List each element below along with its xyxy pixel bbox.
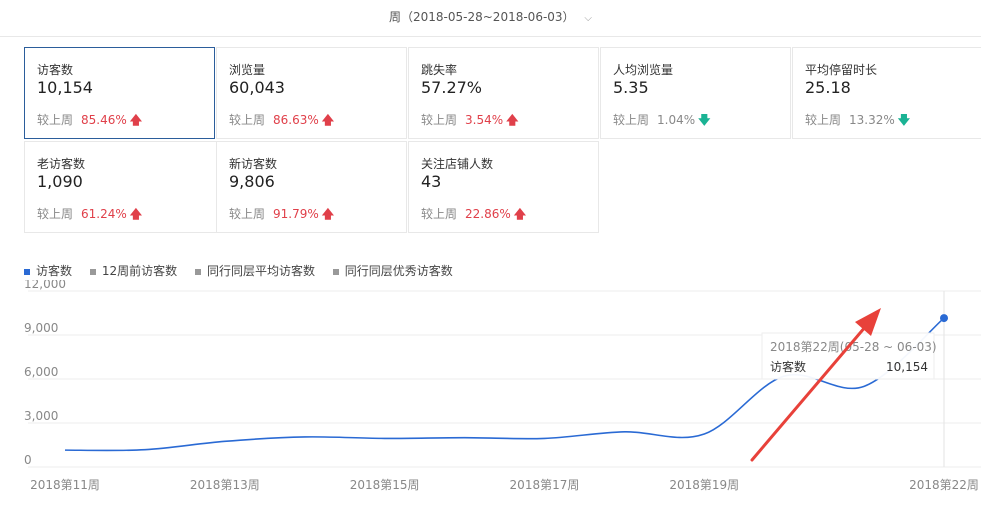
metric-compare: 较上周 22.86% 🡅: [421, 205, 526, 226]
change-percent: 61.24%: [81, 207, 127, 221]
metric-value: 1,090: [37, 172, 83, 191]
metric-compare: 较上周 91.79% 🡅: [229, 205, 334, 226]
y-tick-label: 9,000: [24, 321, 58, 335]
metric-card-store-followers[interactable]: 关注店铺人数 43 较上周 22.86% 🡅: [408, 141, 599, 233]
chevron-down-icon: ⌵: [584, 13, 592, 24]
metric-compare: 较上周 3.54% 🡅: [421, 111, 518, 132]
compare-label: 较上周: [229, 113, 266, 127]
visitors-line-chart[interactable]: 0 3,000 6,000 9,000 12,000 2018第11周 2018第13周 20…: [0, 280, 981, 522]
legend-square-icon: [194, 268, 201, 275]
change-percent: 86.63%: [273, 113, 319, 127]
metric-compare: 较上周 1.04% 🡇: [613, 111, 710, 132]
arrow-down-icon: 🡇: [698, 113, 711, 127]
compare-label: 较上周: [613, 113, 650, 127]
y-tick-label: 6,000: [24, 365, 58, 379]
metric-value: 5.35: [613, 78, 649, 97]
x-tick-label: 2018第19周: [669, 478, 739, 492]
metric-name: 浏览量: [229, 63, 266, 77]
legend-label: 12周前访客数: [101, 264, 178, 278]
arrow-up-icon: 🡅: [129, 113, 143, 127]
metric-name: 平均停留时长: [805, 63, 878, 77]
metric-card-visitors[interactable]: 访客数 10,154 较上周 85.46% 🡅: [24, 47, 215, 139]
compare-label: 较上周: [421, 113, 458, 127]
data-point-visitors[interactable]: [940, 314, 948, 323]
legend-item-peer-average[interactable]: 同行同层平均访客数: [194, 264, 315, 278]
arrow-up-icon: 🡅: [321, 113, 335, 127]
change-percent: 13.32%: [849, 113, 895, 127]
chart-legend: 访客数 12周前访客数 同行同层平均访客数 同行同层优秀访客数: [24, 262, 467, 279]
y-tick-label: 3,000: [24, 409, 58, 423]
metric-card-pageviews[interactable]: 浏览量 60,043 较上周 86.63% 🡅: [216, 47, 407, 139]
x-tick-label: 2018第15周: [350, 478, 420, 492]
compare-label: 较上周: [229, 207, 266, 221]
tooltip-series-label: 访客数: [770, 359, 806, 374]
legend-item-visitors[interactable]: 访客数: [24, 264, 72, 278]
arrow-up-icon: 🡅: [321, 207, 335, 221]
arrow-down-icon: 🡇: [897, 113, 911, 127]
metric-name: 人均浏览量: [613, 63, 674, 77]
metric-value: 57.27%: [421, 78, 483, 97]
change-percent: 1.04%: [657, 113, 696, 127]
metric-value: 10,154: [37, 78, 93, 97]
y-tick-label: 0: [24, 453, 32, 467]
x-tick-label: 2018第17周: [510, 478, 580, 492]
change-percent: 91.79%: [273, 207, 319, 221]
metric-value: 60,043: [229, 78, 285, 97]
metric-value: 9,806: [229, 172, 275, 191]
metric-card-avg-pageviews[interactable]: 人均浏览量 5.35 较上周 1.04% 🡇: [600, 47, 791, 139]
legend-label: 同行同层优秀访客数: [344, 264, 453, 278]
metric-value: 43: [421, 172, 442, 191]
metric-card-new-visitors[interactable]: 新访客数 9,806 较上周 91.79% 🡅: [216, 141, 407, 233]
annotation-arrow-head-icon: [855, 308, 881, 336]
x-tick-label: 2018第11周: [30, 478, 100, 492]
compare-label: 较上周: [805, 113, 842, 127]
metric-name: 新访客数: [229, 157, 278, 171]
metric-cards: 访客数 10,154 较上周 85.46% 🡅 浏览量 60,043 较上周 86.6…: [24, 47, 981, 235]
x-tick-label: 2018第13周: [190, 478, 260, 492]
legend-item-12-weeks-ago[interactable]: 12周前访客数: [89, 264, 178, 278]
tooltip-value: 10,154: [886, 360, 928, 374]
arrow-up-icon: 🡅: [129, 207, 143, 221]
metric-card-returning-visitors[interactable]: 老访客数 1,090 较上周 61.24% 🡅: [24, 141, 217, 233]
legend-item-peer-excellent[interactable]: 同行同层优秀访客数: [332, 264, 453, 278]
metric-name: 跳失率: [421, 63, 458, 77]
metric-compare: 较上周 85.46% 🡅: [37, 111, 142, 132]
metric-name: 访客数: [37, 63, 74, 77]
metric-card-bounce-rate[interactable]: 跳失率 57.27% 较上周 3.54% 🡅: [408, 47, 599, 139]
change-percent: 85.46%: [81, 113, 127, 127]
metric-name: 老访客数: [37, 157, 86, 171]
compare-label: 较上周: [37, 113, 74, 127]
legend-square-icon: [332, 268, 339, 275]
legend-square-icon: [24, 268, 30, 275]
metric-compare: 较上周 86.63% 🡅: [229, 111, 334, 132]
compare-label: 较上周: [421, 207, 458, 221]
period-label: 周（2018-05-28~2018-06-03）: [389, 10, 575, 24]
arrow-up-icon: 🡅: [513, 207, 527, 221]
metric-card-avg-stay[interactable]: 平均停留时长 25.18 较上周 13.32% 🡇: [792, 47, 981, 139]
metric-compare: 较上周 13.32% 🡇: [805, 111, 910, 132]
metric-value: 25.18: [805, 78, 851, 97]
metric-name: 关注店铺人数: [421, 157, 494, 171]
legend-label: 访客数: [36, 264, 73, 278]
legend-label: 同行同层平均访客数: [206, 264, 315, 278]
x-tick-label: 2018第22周: [909, 478, 979, 492]
metric-compare: 较上周 61.24% 🡅: [37, 205, 142, 226]
chart-tooltip: 2018第22周(05-28 ~ 06-03)访客数 10,154: [761, 332, 937, 380]
legend-square-icon: [89, 268, 96, 275]
change-percent: 3.54%: [465, 113, 504, 127]
compare-label: 较上周: [37, 207, 74, 221]
y-tick-label: 12,000: [24, 280, 66, 291]
arrow-up-icon: 🡅: [506, 113, 519, 127]
change-percent: 22.86%: [465, 207, 511, 221]
period-selector[interactable]: 周（2018-05-28~2018-06-03） ⌵: [0, 0, 981, 37]
